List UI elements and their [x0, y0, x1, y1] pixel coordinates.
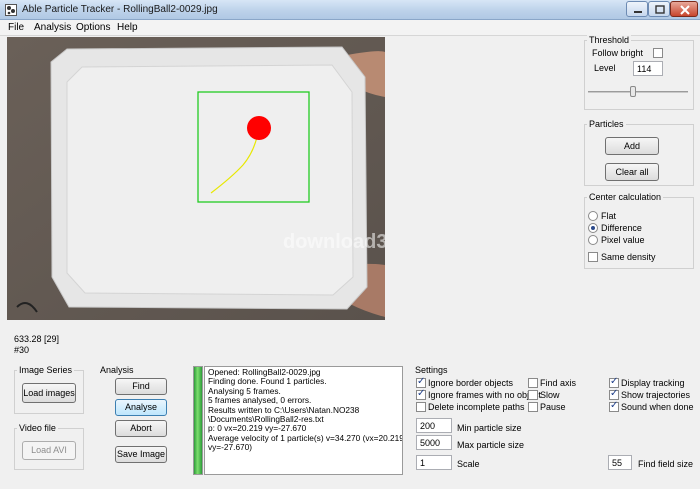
window-title: Able Particle Tracker - RollingBall2-002… — [22, 4, 218, 15]
menu-help[interactable]: Help — [117, 22, 138, 33]
follow-bright-label: Follow bright — [592, 48, 644, 58]
same-density-checkbox[interactable] — [588, 252, 598, 262]
ignore-border-checkbox[interactable] — [416, 376, 426, 388]
video-frame[interactable]: download3k — [7, 37, 385, 320]
radio-flat[interactable] — [588, 211, 598, 221]
slider-thumb[interactable] — [630, 86, 636, 97]
show-trajectories-checkbox[interactable] — [609, 388, 619, 400]
pause-label: Pause — [540, 402, 566, 412]
analysis-group: Analysis Find Analyse Abort Save Image — [95, 365, 187, 475]
sound-when-done-checkbox[interactable] — [609, 400, 619, 412]
find-field-size-label: Find field size — [638, 459, 694, 469]
analyse-button[interactable]: Analyse — [115, 399, 167, 416]
level-slider[interactable] — [588, 86, 688, 98]
settings-group: Settings Ignore border objects Ignore fr… — [410, 365, 694, 478]
max-particle-size-label: Max particle size — [457, 440, 525, 450]
pixel-value-label: Pixel value — [601, 235, 645, 245]
minimize-button[interactable] — [626, 1, 648, 17]
ignore-empty-frames-label: Ignore frames with no object — [428, 390, 542, 400]
clear-all-button[interactable]: Clear all — [605, 163, 659, 181]
pause-checkbox[interactable] — [528, 402, 538, 412]
min-particle-size-label: Min particle size — [457, 423, 522, 433]
particles-group: Particles Add Clear all — [584, 119, 694, 186]
scale-label: Scale — [457, 459, 480, 469]
center-calculation-title: Center calculation — [587, 192, 664, 202]
difference-label: Difference — [601, 223, 642, 233]
load-images-button[interactable]: Load images — [22, 383, 76, 403]
settings-title: Settings — [413, 365, 450, 375]
watermark: download3k — [283, 231, 385, 253]
particle-marker — [247, 116, 271, 140]
video-file-group: Video file Load AVI — [14, 423, 84, 470]
time-readout: 633.28 [29] — [14, 334, 60, 344]
center-calculation-group: Center calculation Flat Difference Pixel… — [584, 192, 694, 269]
level-label: Level — [594, 63, 616, 73]
delete-incomplete-label: Delete incomplete paths — [428, 402, 525, 412]
flat-label: Flat — [601, 211, 617, 221]
find-button[interactable]: Find — [115, 378, 167, 395]
image-series-group: Image Series Load images — [14, 365, 84, 414]
analysis-title: Analysis — [98, 365, 136, 375]
frame-readout: #30 — [14, 345, 30, 355]
minimize-icon — [634, 11, 642, 13]
app-icon — [5, 4, 17, 16]
slow-checkbox[interactable] — [528, 390, 538, 400]
title-bar: Able Particle Tracker - RollingBall2-002… — [0, 0, 700, 20]
close-icon — [680, 5, 690, 15]
maximize-button[interactable] — [648, 1, 670, 17]
max-particle-size-input[interactable]: 5000 — [416, 435, 452, 450]
load-avi-button[interactable]: Load AVI — [22, 441, 76, 460]
menu-bar: File Analysis Options Help — [0, 20, 700, 36]
progress-bar — [193, 366, 203, 475]
radio-difference[interactable] — [588, 223, 598, 233]
particles-title: Particles — [587, 119, 626, 129]
close-button[interactable] — [670, 1, 698, 17]
same-density-label: Same density — [601, 252, 656, 262]
min-particle-size-input[interactable]: 200 — [416, 418, 452, 433]
delete-incomplete-checkbox[interactable] — [416, 402, 426, 412]
save-image-button[interactable]: Save Image — [115, 446, 167, 463]
menu-options[interactable]: Options — [76, 22, 110, 33]
abort-button[interactable]: Abort — [115, 420, 167, 437]
radio-pixel-value[interactable] — [588, 235, 598, 245]
display-tracking-label: Display tracking — [621, 378, 685, 388]
ignore-border-label: Ignore border objects — [428, 378, 514, 388]
video-file-title: Video file — [17, 423, 58, 433]
threshold-title: Threshold — [587, 35, 632, 45]
find-axis-checkbox[interactable] — [528, 378, 538, 388]
find-axis-label: Find axis — [540, 378, 577, 388]
ignore-empty-frames-checkbox[interactable] — [416, 388, 426, 400]
slow-label: Slow — [540, 390, 560, 400]
add-particle-button[interactable]: Add — [605, 137, 659, 155]
log-output[interactable]: Opened: RollingBall2-0029.jpg Finding do… — [204, 366, 403, 475]
level-input[interactable]: 114 — [633, 61, 663, 76]
sound-when-done-label: Sound when done — [621, 402, 694, 412]
display-tracking-checkbox[interactable] — [609, 376, 619, 388]
menu-file[interactable]: File — [8, 22, 24, 33]
scale-input[interactable]: 1 — [416, 455, 452, 470]
threshold-group: Threshold Follow bright Level 114 — [584, 35, 694, 110]
log-line: vy=-27.670) — [208, 442, 253, 453]
show-trajectories-label: Show trajectories — [621, 390, 691, 400]
maximize-icon — [655, 5, 665, 14]
follow-bright-checkbox[interactable] — [653, 48, 663, 58]
menu-analysis[interactable]: Analysis — [34, 22, 71, 33]
image-series-title: Image Series — [17, 365, 75, 375]
find-field-size-input[interactable]: 55 — [608, 455, 632, 470]
